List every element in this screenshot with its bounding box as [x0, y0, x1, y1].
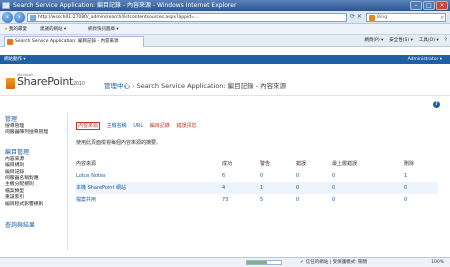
- breadcrumb: 管理中心 › Search Service Application: 編目記錄 - …: [104, 82, 287, 90]
- zoom-level[interactable]: 100%: [431, 258, 444, 267]
- close-button[interactable]: ×: [436, 1, 448, 10]
- browser-tab[interactable]: Search Service Application: 編目記錄 - 內容來源: [4, 36, 144, 47]
- table-row: 檔案共用 73 5 0 0 0: [76, 194, 438, 206]
- command-bar: 網頁(P) ▾ 安全性(S) ▾ 工具(O) ▾ ?: [364, 35, 447, 47]
- column-header: 警告: [260, 161, 271, 167]
- sharepoint-logo: SharePoint2010: [17, 75, 85, 88]
- tab-host-name[interactable]: 主機名稱: [107, 123, 127, 129]
- tools-menu[interactable]: 工具(O) ▾: [419, 35, 439, 47]
- page-description: 使用此頁面檢視每個內容來源的摘要。: [76, 140, 162, 146]
- address-input[interactable]: http://wssch01:27080/_admin/search/listc…: [27, 13, 347, 22]
- address-toolbar: ‹ › http://wssch01:27080/_admin/search/l…: [0, 11, 450, 24]
- nav-item-farm-search-admin[interactable]: 伺服器陣列搜尋管理: [5, 130, 66, 136]
- logo-version: 2010: [73, 81, 85, 87]
- nav-item-crawler-impact[interactable]: 編目程式影響規則: [5, 202, 66, 208]
- content-source-table: 內容來源 成功 警告 錯誤 最上層錯誤 刪除 Lotus Notes 6 0 0…: [76, 158, 438, 206]
- top-error-count[interactable]: 0: [332, 195, 335, 205]
- content-source-link[interactable]: 檔案共用: [76, 195, 96, 205]
- favorites-bar: 我的最愛 建議的網站 ▾ 網頁快訊圖庫 ▾: [0, 24, 450, 35]
- content-source-link[interactable]: Lotus Notes: [76, 171, 106, 181]
- success-count[interactable]: 4: [222, 183, 225, 193]
- safety-menu[interactable]: 安全性(S) ▾: [389, 35, 413, 47]
- page-menu[interactable]: 網頁(P) ▾: [364, 35, 383, 47]
- sharepoint-ribbon: 網站動作 ▾ Administrator ▾: [0, 55, 450, 64]
- sharepoint-logo-icon: [6, 78, 15, 89]
- site-actions-menu[interactable]: 網站動作 ▾: [4, 57, 26, 62]
- search-icon[interactable]: ⌕: [441, 14, 444, 22]
- table-row: Lotus Notes 6 0 0 0 1: [76, 170, 438, 182]
- help-menu[interactable]: ?: [445, 35, 447, 47]
- crawl-log-tabs: 內容來源 主機名稱 URL 編目記錄 錯誤訊息: [76, 122, 201, 130]
- error-count[interactable]: 0: [296, 183, 299, 193]
- tab-bar: Search Service Application: 編目記錄 - 內容來源 …: [0, 35, 450, 47]
- help-icon[interactable]: ?: [433, 101, 440, 108]
- sharepoint-header: Microsoft SharePoint2010 管理中心 › Search Ser…: [0, 64, 450, 96]
- column-header: 內容來源: [76, 161, 97, 167]
- error-count[interactable]: 0: [296, 195, 299, 205]
- deleted-count[interactable]: 0: [404, 195, 407, 205]
- favorites-button[interactable]: 我的最愛: [4, 24, 27, 35]
- warning-count[interactable]: 0: [260, 171, 263, 181]
- progress-fill: [247, 261, 268, 264]
- nav-section-crawl[interactable]: 編目管理: [5, 147, 66, 156]
- logo-text: SharePoint: [17, 75, 74, 88]
- sharepoint-tab-icon: [7, 39, 13, 45]
- warning-count[interactable]: 1: [260, 183, 263, 193]
- tab-error-message[interactable]: 錯誤訊息: [176, 123, 196, 129]
- top-error-count[interactable]: 0: [332, 183, 335, 193]
- address-url: http://wssch01:27080/_admin/search/listc…: [38, 15, 200, 20]
- forward-button[interactable]: ›: [14, 12, 25, 23]
- page-icon: [30, 15, 36, 21]
- success-count[interactable]: 73: [222, 195, 228, 205]
- tab-content-source[interactable]: 內容來源: [76, 122, 101, 130]
- deleted-count[interactable]: 1: [404, 171, 407, 181]
- top-error-count[interactable]: 0: [332, 171, 335, 181]
- maximize-button[interactable]: □: [423, 1, 435, 10]
- ie-icon: [2, 2, 10, 9]
- content-source-link[interactable]: 本機 SharePoint 網站: [76, 183, 126, 193]
- back-button[interactable]: ‹: [2, 12, 13, 23]
- nav-section-admin[interactable]: 管理: [5, 114, 66, 123]
- suggested-sites-button[interactable]: 建議的網站 ▾: [40, 24, 66, 35]
- left-navigation: 管理 搜尋管理 伺服器陣列搜尋管理 編目管理 內容來源 編目規則 編目記錄 伺服…: [0, 110, 66, 250]
- deleted-count[interactable]: 0: [404, 183, 407, 193]
- tab-label: Search Service Application: 編目記錄 - 內容來源: [15, 39, 119, 44]
- search-placeholder: Bing: [377, 15, 388, 20]
- web-slice-gallery-button[interactable]: 網頁快訊圖庫 ▾: [88, 24, 119, 35]
- nav-divider: [67, 112, 68, 250]
- security-zone[interactable]: 信任的網站 | 受保護模式: 關閉: [300, 258, 367, 267]
- page-title: Search Service Application: 編目記錄 - 內容來源: [136, 82, 287, 90]
- success-count[interactable]: 6: [222, 171, 225, 181]
- user-menu[interactable]: Administrator ▾: [408, 55, 442, 64]
- breadcrumb-root[interactable]: 管理中心: [104, 82, 130, 90]
- tab-crawl-history[interactable]: 編目記錄: [150, 123, 170, 129]
- bing-icon: [369, 15, 375, 21]
- column-header: 最上層錯誤: [332, 161, 358, 167]
- tab-url[interactable]: URL: [133, 123, 143, 129]
- table-row: 本機 SharePoint 網站 4 1 0 0 0: [76, 182, 438, 194]
- column-header: 刪除: [404, 161, 415, 167]
- column-header: 錯誤: [296, 161, 307, 167]
- column-header: 成功: [222, 161, 233, 167]
- table-header-row: 內容來源 成功 警告 錯誤 最上層錯誤 刪除: [76, 158, 438, 170]
- search-input[interactable]: Bing ⌕: [366, 13, 446, 22]
- status-bar: 信任的網站 | 受保護模式: 關閉 100%: [0, 257, 450, 267]
- warning-count[interactable]: 5: [260, 195, 263, 205]
- page-load-progress: [246, 260, 282, 265]
- window-title: Search Service Application: 編目記錄 - 內容來源 …: [13, 2, 237, 9]
- window-titlebar: Search Service Application: 編目記錄 - 內容來源 …: [0, 0, 450, 11]
- refresh-icon[interactable]: ⟳ ✕: [350, 13, 362, 20]
- nav-section-query[interactable]: 查詢與結果: [5, 220, 66, 229]
- error-count[interactable]: 0: [296, 171, 299, 181]
- minimize-button[interactable]: –: [410, 1, 422, 10]
- window-controls: – □ ×: [410, 1, 448, 10]
